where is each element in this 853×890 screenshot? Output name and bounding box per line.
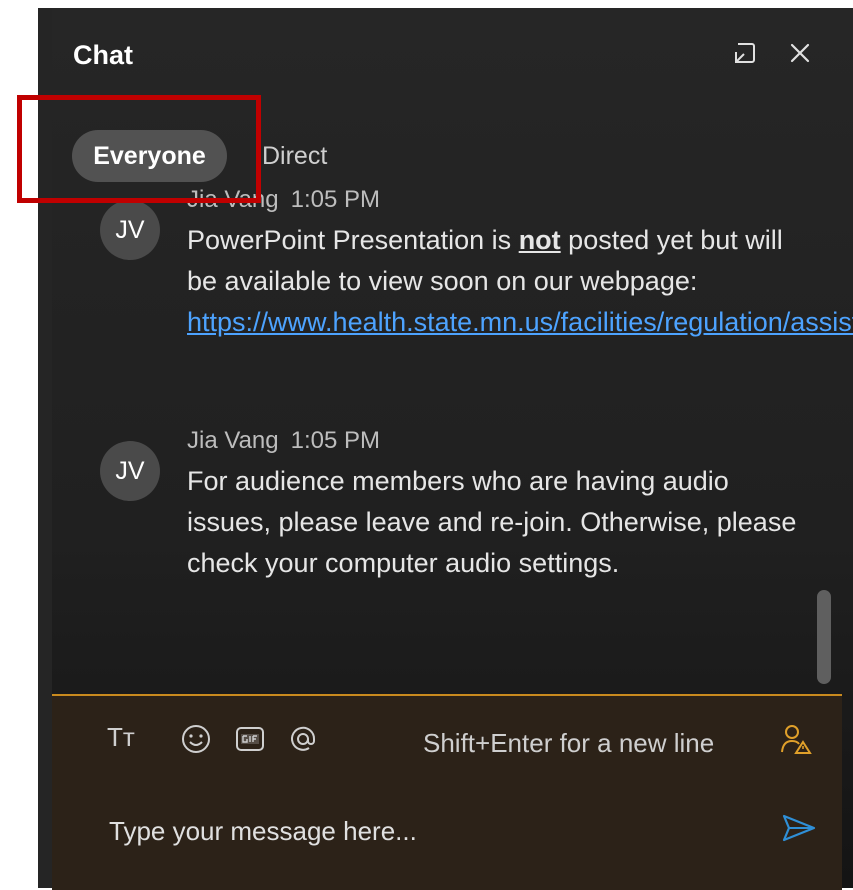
emoji-icon[interactable] — [178, 722, 214, 756]
message-author: Jia Vang — [187, 427, 279, 454]
chat-header: Chat — [52, 8, 853, 98]
chat-tabs: Everyone Direct — [52, 122, 452, 182]
message-time: 1:05 PM — [290, 186, 381, 213]
message-composer: Tᴛ Shift+Enter for a new line — [52, 694, 842, 890]
message-time: 1:05 PM — [290, 427, 381, 454]
chat-panel: Chat Everyone Direct JV Jia Vang 1:05 PM … — [38, 8, 853, 890]
chat-panel-inner: Chat Everyone Direct JV Jia Vang 1:05 PM … — [52, 8, 853, 890]
message-text: PowerPoint Presentation is — [187, 225, 519, 255]
avatar: JV — [100, 200, 160, 260]
send-icon[interactable] — [779, 808, 819, 848]
text-format-icon[interactable]: Tᴛ — [107, 722, 143, 756]
message-body: PowerPoint Presentation is not posted ye… — [187, 220, 853, 343]
message-meta: Jia Vang 1:05 PM — [187, 427, 380, 455]
left-margin — [0, 0, 38, 888]
message-author: Jia Vang — [187, 186, 279, 213]
chat-title: Chat — [73, 40, 133, 70]
message-list: JV Jia Vang 1:05 PM PowerPoint Presentati… — [52, 178, 853, 698]
mention-icon[interactable] — [285, 722, 321, 756]
notification-icon[interactable] — [779, 722, 813, 756]
tab-everyone[interactable]: Everyone — [72, 130, 227, 182]
message-input[interactable] — [107, 810, 751, 852]
avatar: JV — [100, 441, 160, 501]
tab-direct[interactable]: Direct — [262, 142, 327, 171]
popout-icon[interactable] — [730, 38, 760, 68]
message-body: For audience members who are having audi… — [187, 466, 797, 578]
scrollbar-thumb[interactable] — [817, 590, 831, 684]
new-line-hint: Shift+Enter for a new line — [423, 728, 715, 758]
message-link[interactable]: https://www.health.state.mn.us/facilitie… — [187, 307, 853, 337]
message-meta: Jia Vang 1:05 PM — [187, 186, 380, 214]
gif-icon[interactable] — [232, 722, 268, 756]
close-icon[interactable] — [785, 38, 815, 68]
message-bold-text: not — [518, 225, 561, 255]
